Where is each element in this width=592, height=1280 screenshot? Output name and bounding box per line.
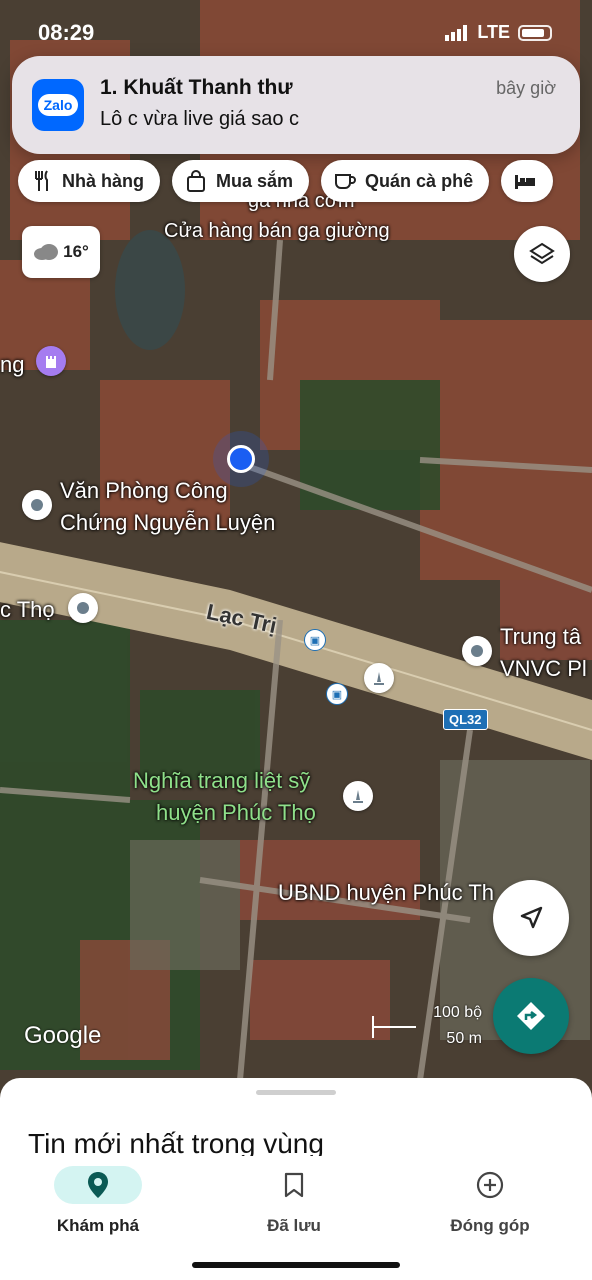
nav-item-saved[interactable]: Đã lưu <box>224 1166 364 1236</box>
navigation-arrow-icon <box>520 906 543 929</box>
layers-icon <box>529 242 555 265</box>
my-location-button[interactable] <box>493 880 569 956</box>
map-label-van-phong-1[interactable]: Văn Phòng Công <box>60 478 228 504</box>
weather-chip[interactable]: 16° <box>22 226 100 278</box>
notification-time: bây giờ <box>496 78 556 98</box>
nav-saved-pill <box>250 1166 338 1204</box>
scale-line <box>372 1026 416 1028</box>
nav-item-contribute[interactable]: Đóng góp <box>420 1166 560 1236</box>
nav-explore-pill <box>54 1166 142 1204</box>
bed-icon <box>515 175 536 189</box>
zalo-app-icon: Zalo <box>32 79 84 131</box>
chip-coffee[interactable]: Quán cà phê <box>321 160 490 202</box>
monument-icon <box>353 790 363 803</box>
map-label-trung-ta-1[interactable]: Trung tâ <box>500 624 581 650</box>
cemetery-pin[interactable] <box>343 781 373 811</box>
scale-imperial: 100 bộ <box>433 1004 482 1021</box>
bus-stop-icon-2[interactable]: ▣ <box>326 683 348 705</box>
signal-icon <box>445 24 468 41</box>
status-bar: 08:29 LTE <box>38 18 552 50</box>
landmark-pin[interactable] <box>36 346 66 376</box>
road-shield-ql32: QL32 <box>443 709 488 730</box>
category-chips: Nhà hàng Mua sắm Quán cà phê <box>18 160 554 202</box>
directions-button[interactable] <box>493 978 569 1054</box>
nav-label-explore: Khám phá <box>56 1216 140 1235</box>
place-pin-van-phong[interactable] <box>22 490 52 520</box>
bookmark-icon <box>284 1172 304 1198</box>
status-time: 08:29 <box>38 20 95 45</box>
cloud-icon <box>34 244 59 260</box>
sheet-handle[interactable] <box>256 1090 336 1095</box>
network-type: LTE <box>477 22 510 42</box>
status-right: LTE <box>445 22 552 43</box>
chip-hotels[interactable] <box>501 160 554 202</box>
scale-metric: 50 m <box>446 1030 482 1047</box>
notification-title: 1. Khuất Thanh thư <box>100 76 293 99</box>
nav-label-contribute: Đóng góp <box>450 1216 530 1235</box>
map-label-van-phong-2[interactable]: Chứng Nguyễn Luyện <box>60 510 275 536</box>
scale-bar: 100 bộ 50 m <box>372 1004 482 1048</box>
monument-pin[interactable] <box>364 663 394 693</box>
bus-stop-icon[interactable]: ▣ <box>304 629 326 651</box>
google-attribution: Google <box>24 1022 102 1049</box>
layers-button[interactable] <box>514 226 570 282</box>
nav-item-explore[interactable]: Khám phá <box>28 1166 168 1236</box>
chip-restaurants[interactable]: Nhà hàng <box>18 160 161 202</box>
map-label-cua-hang[interactable]: Cửa hàng bán ga giường <box>164 220 390 243</box>
map-label-nghia-trang-2[interactable]: huyện Phúc Thọ <box>156 800 316 826</box>
user-location-dot <box>227 445 255 473</box>
location-pin-icon <box>88 1172 108 1198</box>
shopping-bag-icon <box>187 170 206 192</box>
directions-icon <box>517 1002 545 1030</box>
notification-body: Lô c vừa live giá sao c <box>100 108 300 130</box>
map-label-nghia-trang-1[interactable]: Nghĩa trang liệt sỹ <box>133 768 310 794</box>
map-label-ng[interactable]: ng <box>0 352 24 378</box>
place-pin-c-tho[interactable] <box>68 593 98 623</box>
map-label-trung-ta-2[interactable]: VNVC Pl <box>500 656 587 682</box>
map-label-c-tho[interactable]: c Thọ <box>0 597 55 623</box>
battery-icon <box>518 24 552 41</box>
castle-icon <box>46 356 56 368</box>
monument-icon <box>374 672 384 685</box>
map-label-ubnd[interactable]: UBND huyện Phúc Th <box>278 880 494 906</box>
fork-knife-icon <box>35 170 48 191</box>
nav-contribute-pill <box>446 1166 534 1204</box>
coffee-cup-icon <box>335 174 356 189</box>
chip-shopping[interactable]: Mua sắm <box>172 160 310 202</box>
add-circle-icon <box>476 1171 504 1199</box>
home-indicator <box>192 1262 400 1268</box>
weather-temp: 16° <box>63 242 89 261</box>
place-pin-trung-tam[interactable] <box>462 636 492 666</box>
nav-label-saved: Đã lưu <box>267 1216 321 1235</box>
notification-banner[interactable]: Zalo 1. Khuất Thanh thư bây giờ Lô c vừa… <box>12 56 580 154</box>
